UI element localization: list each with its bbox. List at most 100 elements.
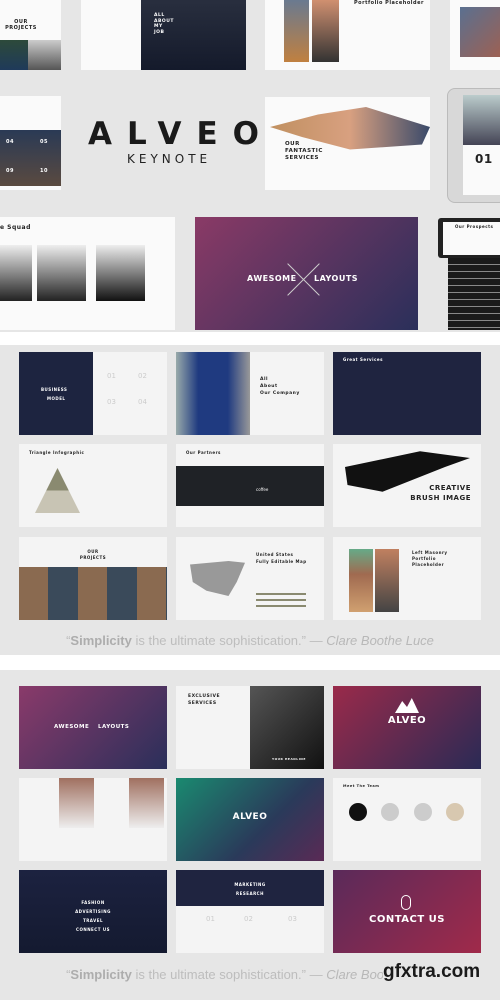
slide-title: BUSINESS xyxy=(41,387,68,392)
slide-partners: Our Partners coffee xyxy=(176,444,324,527)
laptop-screen: Our Prospects xyxy=(438,218,500,258)
slide-hex-numbers: 04 05 09 10 xyxy=(0,96,61,190)
slide-exclusive-services: EXCLUSIVE SERVICES YOUR HEADLINE xyxy=(176,686,324,769)
slide-title: Great Services xyxy=(343,357,383,362)
photo xyxy=(176,870,324,906)
slide-great-services: Great Services xyxy=(333,352,481,435)
slide-alveo: ALVEO xyxy=(333,686,481,769)
photo xyxy=(284,0,309,62)
number: 04 xyxy=(138,398,147,406)
number: 02 xyxy=(138,372,147,380)
number: 09 xyxy=(6,168,14,174)
partner-logo: coffee xyxy=(256,487,269,492)
us-map xyxy=(190,561,245,596)
slide-title: Our Partners xyxy=(186,450,221,455)
slide-title: Our Company xyxy=(260,391,300,396)
tablet-device: 01 xyxy=(447,88,500,203)
slide-portfolio: Portfolio Placeholder xyxy=(265,0,430,70)
tablet-screen: 01 xyxy=(463,95,500,195)
slide-title: e Squad xyxy=(0,224,31,231)
avatar xyxy=(349,803,367,821)
photo xyxy=(349,549,373,612)
slide-title: MARKETING xyxy=(234,882,266,887)
slide-title: Left Masonry xyxy=(412,550,448,555)
photo xyxy=(19,352,93,435)
slide-title: ALL ABOUT MY JOB xyxy=(154,13,174,35)
photo xyxy=(0,40,28,70)
photo xyxy=(176,352,250,435)
quote-dash: — xyxy=(305,967,327,982)
menu-item: TRAVEL xyxy=(82,918,103,923)
keyboard xyxy=(448,258,500,330)
photo xyxy=(129,778,164,828)
slide-our-projects-grid: OUR PROJECTS xyxy=(19,537,167,620)
number: 03 xyxy=(107,398,116,406)
grid-panel-1: BUSINESS MODEL 01 02 03 04 All About Our… xyxy=(0,345,500,655)
slide-brush-photo xyxy=(450,0,500,70)
slide-title: Triangle Infographic xyxy=(29,450,85,455)
slide-title: Meet The Team xyxy=(343,784,380,788)
slide-title-left: AWESOME xyxy=(247,274,297,283)
slide-title: RESEARCH xyxy=(236,891,264,896)
slide-marketing: MARKETING RESEARCH 01 02 03 xyxy=(176,870,324,953)
slide-fantastic-services: OUR FANTASTIC SERVICES xyxy=(265,97,430,190)
watermark: gfxtra.com xyxy=(383,961,481,983)
slide-title: About xyxy=(260,384,278,389)
photo xyxy=(460,7,500,57)
menu-item: FASHION xyxy=(81,900,105,905)
slide-our-projects: OUR PROJECTS xyxy=(0,0,61,70)
slide-title: Portfolio Placeholder xyxy=(354,0,424,6)
number: 03 xyxy=(288,915,297,923)
slide-team-duo xyxy=(19,778,167,861)
slide-about-my-job: ALL ABOUT MY JOB xyxy=(81,0,246,70)
photo xyxy=(463,95,500,145)
slide-title: Placeholder xyxy=(412,562,445,567)
photo xyxy=(37,245,86,301)
slide-awesome-layouts: AWESOME LAYOUTS xyxy=(195,217,418,330)
slide-title-left: AWESOME xyxy=(54,724,90,730)
progress-bar xyxy=(256,599,306,601)
slide-title: Fully Editable Map xyxy=(256,559,307,564)
avatar xyxy=(446,803,464,821)
slide-about-company: All About Our Company xyxy=(176,352,324,435)
avatar xyxy=(381,803,399,821)
progress-bar xyxy=(256,605,306,607)
headline: YOUR HEADLINE xyxy=(272,757,306,761)
quote-text: is the ultimate sophistication.” xyxy=(131,633,306,648)
brand-title: ALVEO xyxy=(88,116,274,152)
avatar xyxy=(414,803,432,821)
number: 05 xyxy=(40,139,48,145)
grid-panel-2: AWESOME LAYOUTS EXCLUSIVE SERVICES YOUR … xyxy=(0,670,500,1000)
slide-title: SERVICES xyxy=(188,701,217,706)
photo xyxy=(59,778,94,828)
slide-title: CONTACT US xyxy=(369,914,445,925)
number: 10 xyxy=(40,168,48,174)
slide-title: All xyxy=(260,377,269,382)
slide-title: ALVEO xyxy=(387,715,427,726)
progress-bar xyxy=(256,593,306,595)
slide-menu: FASHION ADVERTISING TRAVEL CONNECT US xyxy=(19,870,167,953)
slide-title: OUR xyxy=(87,549,99,554)
slide-title: OUR FANTASTIC SERVICES xyxy=(285,141,323,161)
laptop-device: Our Prospects xyxy=(438,218,500,330)
number: 02 xyxy=(244,915,253,923)
logo-mountain-icon xyxy=(395,698,419,713)
partners-banner: coffee xyxy=(176,466,324,506)
photo xyxy=(28,40,61,70)
slide-title: OUR PROJECTS xyxy=(5,19,37,31)
slide-title-right: LAYOUTS xyxy=(98,724,130,730)
slide-title: EXCLUSIVE xyxy=(188,694,221,699)
slide-triangle-infographic: Triangle Infographic xyxy=(19,444,167,527)
photo xyxy=(141,0,246,70)
triangle-chart xyxy=(35,468,80,513)
slide-title: BRUSH IMAGE xyxy=(410,494,471,502)
slide-squad: e Squad xyxy=(0,217,175,330)
photo xyxy=(0,245,32,301)
quote: “Simplicity is the ultimate sophisticati… xyxy=(0,633,500,648)
slide-alveo-teal: ALVEO xyxy=(176,778,324,861)
slide-map: United States Fully Editable Map xyxy=(176,537,324,620)
quote-author: Clare Boothe Luce xyxy=(326,633,434,648)
slide-awesome-layouts: AWESOME LAYOUTS xyxy=(19,686,167,769)
number: 04 xyxy=(6,139,14,145)
menu-item: ADVERTISING xyxy=(75,909,111,914)
